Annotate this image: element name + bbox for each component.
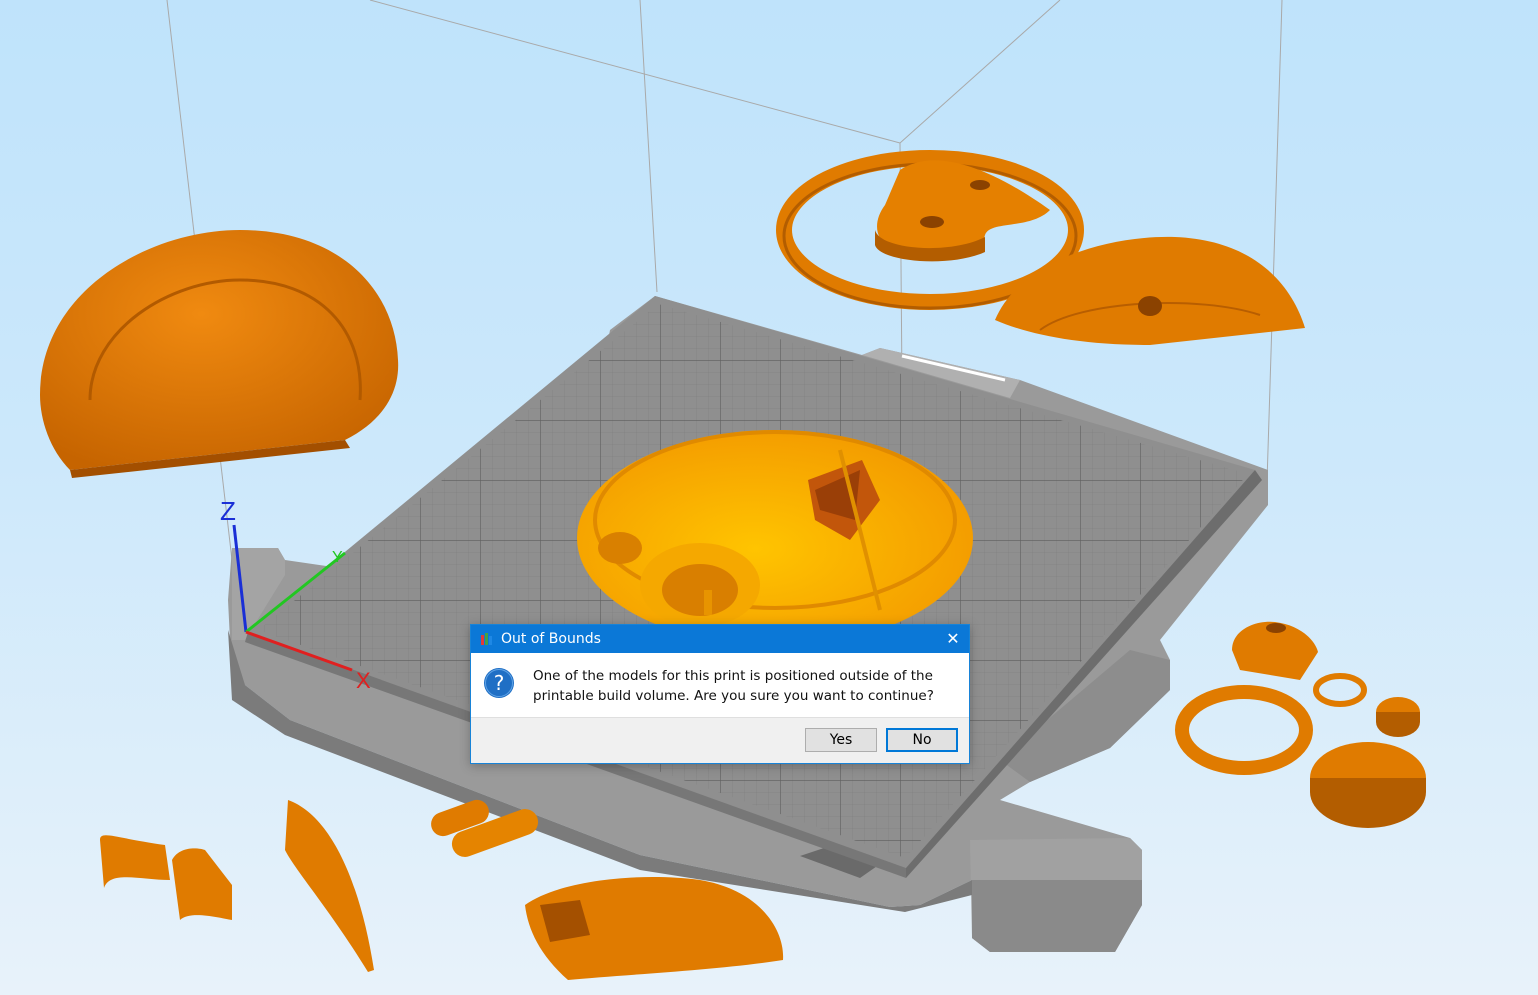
model-small-disc <box>1376 697 1420 737</box>
dialog-body: ? One of the models for this print is po… <box>471 653 969 717</box>
close-button[interactable]: ✕ <box>943 629 963 649</box>
model-small-dome <box>1232 621 1318 680</box>
yes-button[interactable]: Yes <box>805 728 877 752</box>
no-button[interactable]: No <box>886 728 958 752</box>
question-icon: ? <box>484 668 514 698</box>
out-of-bounds-dialog: Out of Bounds ✕ ? One of the models for … <box>470 624 970 764</box>
svg-text:?: ? <box>494 671 505 695</box>
dialog-message: One of the models for this print is posi… <box>533 668 934 704</box>
model-large-ring <box>1175 685 1313 775</box>
model-half-dome <box>40 230 399 478</box>
model-curved-panel <box>525 877 784 980</box>
app-icon <box>481 633 492 645</box>
dialog-title: Out of Bounds <box>501 631 601 647</box>
z-axis-label: Z <box>220 496 236 526</box>
dialog-footer: Yes No <box>471 717 969 763</box>
model-large-disc <box>1310 742 1426 828</box>
3d-viewport[interactable]: Z Y X Out of Bounds ✕ ? One of the model… <box>0 0 1538 995</box>
model-clips <box>100 835 232 920</box>
model-curved-blade <box>285 800 374 972</box>
dialog-titlebar[interactable]: Out of Bounds ✕ <box>471 625 969 653</box>
y-axis-label: Y <box>332 549 343 566</box>
model-small-ring <box>1313 673 1367 707</box>
selected-model-base-dome <box>577 430 973 646</box>
x-axis-label: X <box>356 668 371 693</box>
scene-canvas[interactable]: Z Y X <box>0 0 1538 995</box>
model-half-disk <box>995 236 1305 345</box>
